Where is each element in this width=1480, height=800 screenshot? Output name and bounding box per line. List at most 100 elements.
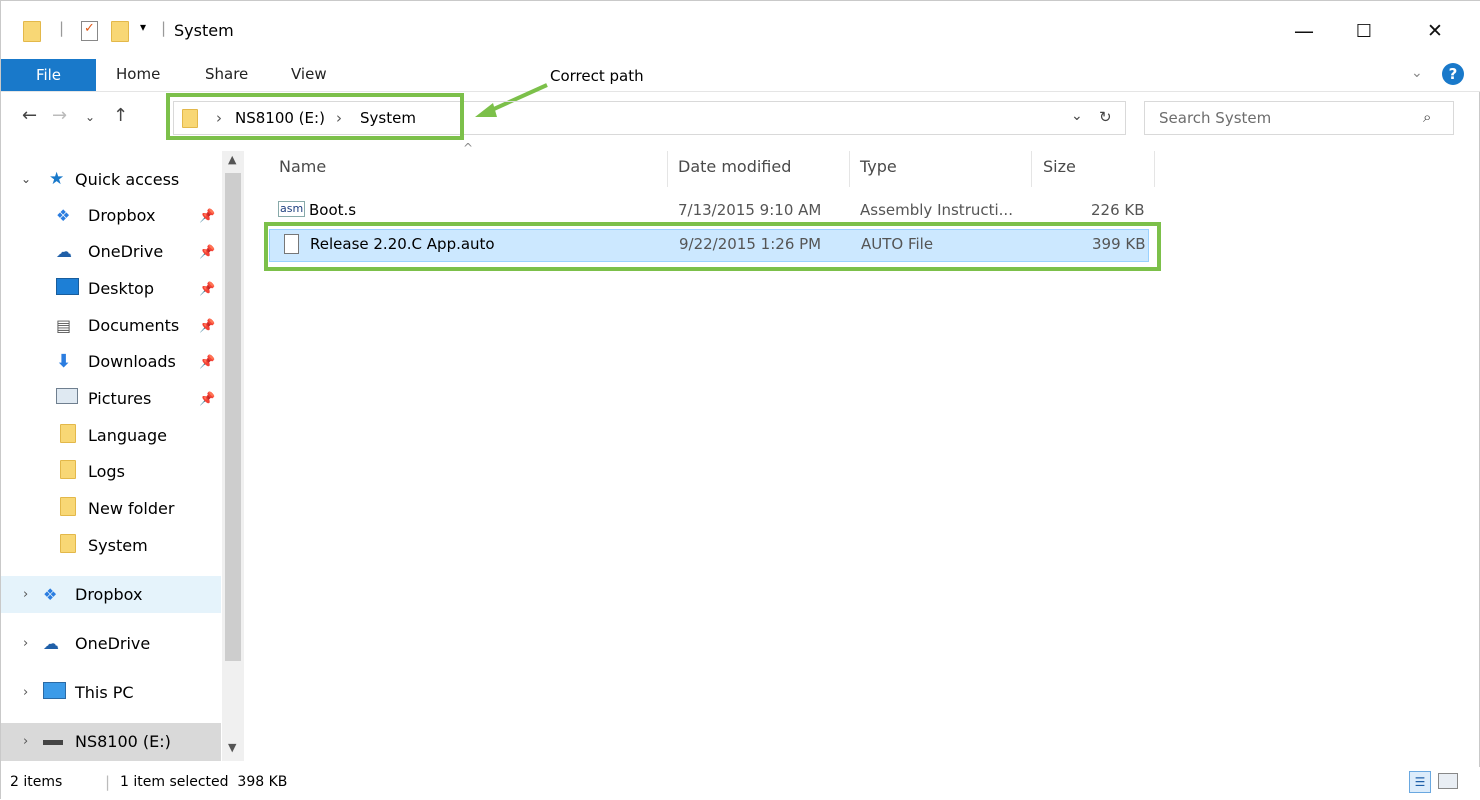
documents-icon: ▤: [56, 315, 72, 335]
expand-ribbon-icon[interactable]: ⌄: [1411, 65, 1423, 81]
pin-icon[interactable]: 📌: [199, 245, 215, 260]
sidebar-item-onedrive-root[interactable]: › ☁ OneDrive: [23, 625, 150, 661]
divider: |: [59, 19, 65, 37]
dropbox-icon: ❖: [43, 584, 58, 604]
maximize-button[interactable]: ☐: [1341, 13, 1387, 49]
divider: |: [161, 19, 167, 37]
column-divider[interactable]: [849, 151, 850, 187]
chevron-right-icon[interactable]: ›: [23, 734, 43, 749]
sidebar-item-dropbox-root[interactable]: › ❖ Dropbox: [23, 576, 142, 612]
sidebar-item-label: This PC: [75, 682, 134, 702]
sidebar-item-onedrive[interactable]: ☁ OneDrive: [56, 233, 163, 269]
pin-icon[interactable]: 📌: [199, 355, 215, 370]
sidebar-item-label: Dropbox: [88, 205, 156, 225]
sidebar-item-label: NS8100 (E:): [75, 731, 171, 751]
downloads-icon: ⬇: [56, 350, 72, 372]
pin-icon[interactable]: 📌: [199, 209, 215, 224]
sidebar-item-dropbox[interactable]: ❖ Dropbox: [56, 197, 155, 233]
sidebar-item-ns8100[interactable]: › NS8100 (E:): [23, 723, 171, 759]
tab-view[interactable]: View: [291, 65, 327, 83]
tab-home[interactable]: Home: [116, 65, 160, 83]
forward-arrow-icon[interactable]: →: [52, 105, 67, 126]
sidebar-item-label: Pictures: [88, 388, 152, 408]
sort-ascending-icon: ^: [463, 141, 474, 155]
pin-icon[interactable]: 📌: [199, 282, 215, 297]
refresh-icon[interactable]: ↻: [1099, 108, 1112, 126]
sidebar-item-label: Desktop: [88, 278, 154, 298]
onedrive-icon: ☁: [56, 241, 72, 261]
title-bar: | ✓ ▾ | System — ☐ ✕: [1, 1, 1480, 59]
search-placeholder: Search System: [1159, 109, 1272, 127]
sidebar-item-label: Quick access: [75, 169, 180, 189]
sidebar-item-this-pc[interactable]: › This PC: [23, 674, 134, 710]
column-header-size[interactable]: Size: [1043, 157, 1076, 176]
divider: |: [105, 773, 111, 791]
minimize-button[interactable]: —: [1281, 13, 1327, 49]
desktop-icon: [56, 277, 88, 299]
status-bar: 2 items | 1 item selected 398 KB ☰: [1, 767, 1480, 800]
search-icon[interactable]: ⌕: [1423, 108, 1431, 126]
sidebar-item-desktop[interactable]: Desktop: [56, 270, 154, 306]
path-highlight: [166, 93, 464, 140]
column-divider[interactable]: [1031, 151, 1032, 187]
column-header-date[interactable]: Date modified: [678, 157, 791, 176]
details-view-icon[interactable]: ☰: [1409, 771, 1431, 793]
up-arrow-icon[interactable]: ↑: [113, 105, 128, 126]
sidebar-item-label: Dropbox: [75, 584, 143, 604]
sidebar-item-logs[interactable]: Logs: [60, 453, 125, 489]
sidebar-item-new-folder[interactable]: New folder: [60, 490, 174, 526]
sidebar-item-language[interactable]: Language: [60, 417, 167, 453]
column-header-type[interactable]: Type: [860, 157, 897, 176]
file-name: Boot.s: [309, 201, 357, 219]
folder-icon: [60, 533, 88, 557]
column-header-name[interactable]: Name: [279, 157, 326, 176]
pin-icon[interactable]: 📌: [199, 319, 215, 334]
large-icons-view-icon[interactable]: [1438, 773, 1458, 789]
back-arrow-icon[interactable]: ←: [22, 105, 37, 126]
tab-share[interactable]: Share: [205, 65, 248, 83]
properties-icon[interactable]: ✓: [81, 21, 98, 41]
scroll-up-icon[interactable]: ▲: [228, 153, 236, 166]
sidebar-item-downloads[interactable]: ⬇ Downloads: [56, 343, 176, 379]
pin-icon[interactable]: 📌: [199, 392, 215, 407]
sidebar-item-quick-access[interactable]: ⌄ ★ Quick access: [21, 161, 179, 197]
scroll-down-icon[interactable]: ▼: [228, 741, 236, 754]
sidebar-scrollbar[interactable]: ▲ ▼: [222, 151, 244, 761]
file-size: 226 KB: [1091, 201, 1145, 219]
close-button[interactable]: ✕: [1412, 13, 1458, 49]
file-date: 7/13/2015 9:10 AM: [678, 201, 822, 219]
folder-icon: [60, 459, 88, 483]
column-divider[interactable]: [1154, 151, 1155, 187]
help-icon[interactable]: ?: [1442, 63, 1464, 85]
sidebar-item-documents[interactable]: ▤ Documents: [56, 307, 179, 343]
chevron-right-icon[interactable]: ›: [23, 685, 43, 700]
status-item-count: 2 items: [10, 774, 63, 790]
sidebar-item-system[interactable]: System: [60, 527, 148, 563]
folder-icon: [23, 21, 41, 42]
dropbox-icon: ❖: [56, 205, 71, 225]
window-title: System: [174, 21, 234, 40]
sidebar-item-label: Language: [88, 425, 167, 445]
annotation-label: Correct path: [550, 67, 644, 85]
search-input[interactable]: Search System ⌕: [1144, 101, 1454, 135]
new-folder-icon[interactable]: [111, 21, 129, 42]
customize-qat-icon[interactable]: ▾: [140, 20, 146, 34]
drive-icon: [43, 732, 75, 751]
scrollbar-thumb[interactable]: [225, 173, 241, 661]
address-dropdown-icon[interactable]: ⌄: [1071, 108, 1083, 124]
chevron-down-icon[interactable]: ⌄: [21, 172, 49, 186]
sidebar-item-label: New folder: [88, 498, 175, 518]
ribbon-tabs: File Home Share View ⌄: [1, 59, 1480, 92]
onedrive-icon: ☁: [43, 633, 59, 653]
file-type: Assembly Instructi...: [860, 201, 1013, 219]
sidebar-item-label: Downloads: [88, 351, 176, 371]
computer-icon: [43, 681, 75, 703]
sidebar-item-label: OneDrive: [75, 633, 151, 653]
tab-file[interactable]: File: [1, 59, 96, 91]
sidebar-item-pictures[interactable]: Pictures: [56, 380, 151, 416]
column-divider[interactable]: [667, 151, 668, 187]
sidebar-item-label: System: [88, 535, 148, 555]
chevron-right-icon[interactable]: ›: [23, 587, 43, 602]
chevron-right-icon[interactable]: ›: [23, 636, 43, 651]
recent-locations-icon[interactable]: ⌄: [85, 110, 95, 124]
